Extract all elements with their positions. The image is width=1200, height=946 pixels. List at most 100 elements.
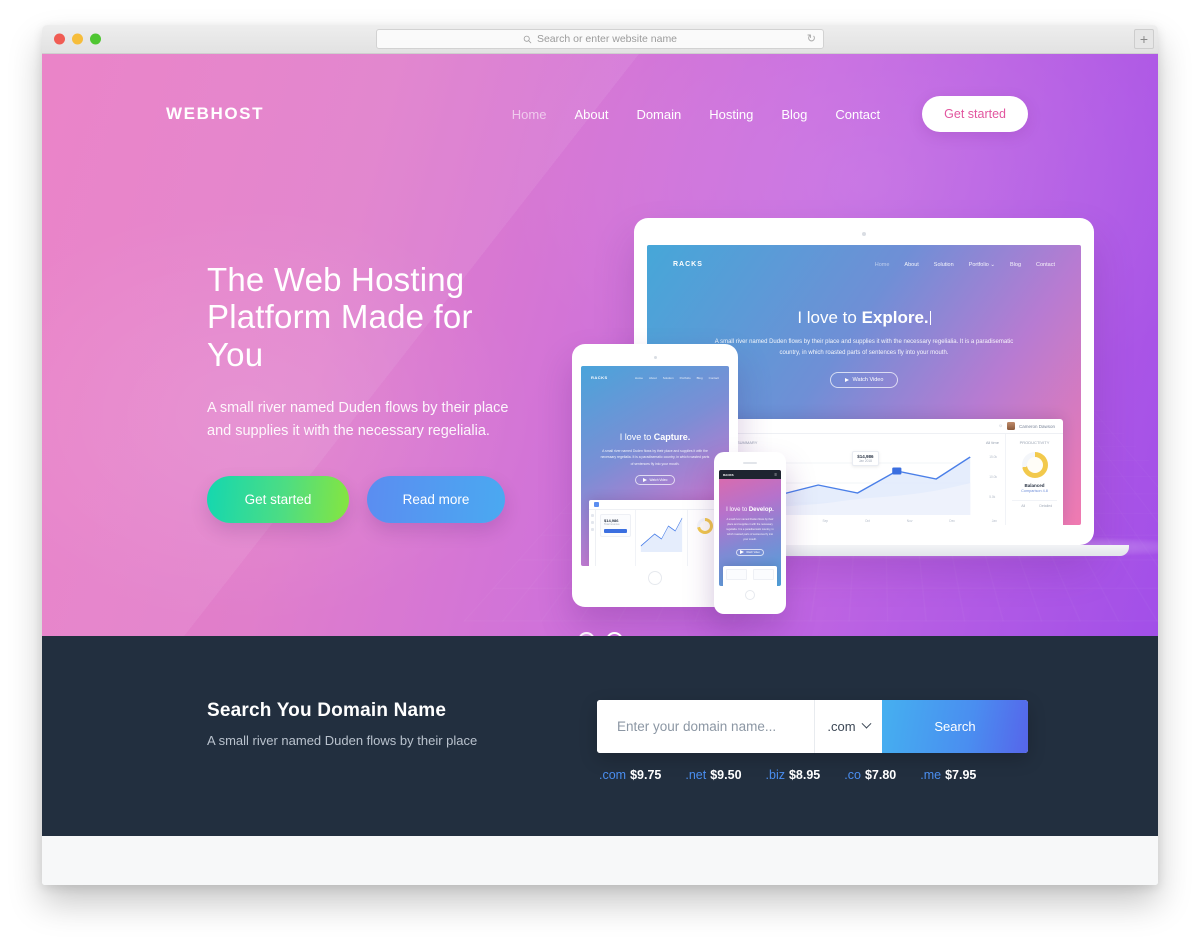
mock-logo: RACKS [673, 261, 703, 268]
price-tld: .com [599, 768, 627, 782]
tablet-chart-panel [636, 510, 687, 566]
laptop-camera-icon [862, 232, 866, 236]
domain-section-subtitle: A small river named Duden flows by their… [207, 733, 478, 748]
hero-get-started-button[interactable]: Get started [207, 476, 349, 524]
chart-xtick-4: Nov [906, 519, 913, 523]
sidebar-icon-1 [590, 514, 594, 517]
nav-item-blog[interactable]: Blog [781, 107, 807, 122]
price-tld: .co [844, 768, 861, 782]
phone-home-button [745, 590, 755, 600]
hero-carousel-dots [42, 632, 1158, 636]
phone-headline-prefix: I love to [726, 507, 749, 513]
chart-ytick-0: 15.0k [989, 455, 997, 459]
domain-search-bar: .com Search [597, 700, 1028, 753]
phone-headline: I love to Develop. [726, 507, 774, 513]
price-item-biz: .biz $8.95 [766, 768, 821, 782]
tablet-nav-item-solution: Solution [662, 375, 674, 380]
domain-search-button[interactable]: Search [882, 700, 1028, 753]
minimize-window-button[interactable] [72, 33, 83, 45]
chart-ytick-1: 10.0k [989, 475, 997, 479]
tablet-navbar: RACKS Home About Solution Portfolio Blog… [581, 366, 729, 380]
play-icon [642, 478, 647, 483]
tablet-dashboard-mockup: $14,986 Total revenue [589, 500, 721, 566]
phone-dashboard-mockup [723, 566, 777, 586]
mock-nav-item-about: About [904, 261, 919, 268]
price-item-net: .net $9.50 [685, 768, 741, 782]
chart-ytick-2: 5.0k [989, 495, 996, 499]
phone-mini-card [753, 569, 774, 580]
nav-item-hosting[interactable]: Hosting [709, 107, 753, 122]
play-icon [844, 378, 849, 383]
address-bar[interactable]: Search or enter website name ↻ [376, 29, 824, 49]
maximize-window-button[interactable] [90, 33, 101, 45]
play-icon [740, 550, 745, 555]
hero-read-more-button[interactable]: Read more [367, 476, 505, 524]
footer-strip [42, 836, 1158, 885]
mock-navbar: RACKS Home About Solution Portfolio ⌄ Bl… [647, 245, 1081, 268]
price-item-me: .me $7.95 [920, 768, 976, 782]
tablet-gauge-ring [696, 518, 713, 534]
tablet-nav-links: Home About Solution Portfolio Blog Conta… [635, 376, 719, 380]
phone-earpiece-icon [743, 462, 757, 464]
page-viewport: WEBHOST Home About Domain Hosting Blog C… [42, 54, 1158, 885]
mock-nav-item-home: Home [874, 261, 890, 268]
tablet-watch-video-label: Watch Video [649, 478, 668, 483]
avatar [1006, 422, 1015, 430]
chevron-down-icon [861, 718, 872, 729]
chart-tooltip-label: Jan 2018 [858, 459, 872, 463]
hamburger-icon: ☰ [774, 472, 777, 477]
chart-xtick-2: Sep [822, 519, 829, 523]
tablet-camera-icon [653, 356, 657, 359]
tablet-nav-item-blog: Blog [696, 375, 703, 380]
chart-range-selector: All time [985, 440, 999, 445]
tld-dropdown[interactable]: .com [814, 700, 882, 753]
nav-item-about[interactable]: About [574, 107, 608, 122]
price-tld: .me [920, 768, 942, 782]
price-value: $9.50 [710, 768, 742, 782]
domain-heading-block: Search You Domain Name A small river nam… [207, 700, 597, 748]
bell-icon: ☼ [998, 423, 1003, 429]
chart-y-axis: 15.0k 10.0k 5.0k [989, 455, 997, 499]
tablet-paragraph: A small river named Duden flows by their… [600, 449, 710, 466]
tablet-nav-item-about: About [648, 375, 657, 380]
tablet-headline-prefix: I love to [619, 432, 654, 442]
site-navbar: WEBHOST Home About Domain Hosting Blog C… [42, 54, 1158, 132]
sidebar-icon-2 [590, 521, 594, 524]
mock-nav-item-portfolio: Portfolio ⌄ [968, 261, 996, 268]
refresh-icon[interactable]: ↻ [807, 33, 816, 45]
domain-name-input[interactable] [597, 700, 814, 753]
carousel-dot-1[interactable] [577, 632, 595, 636]
price-value: $7.95 [945, 768, 977, 782]
chart-header: SUMMARY All time [737, 440, 999, 445]
carousel-dot-2[interactable] [605, 632, 623, 636]
phone-dashboard-card-b [750, 566, 777, 586]
hero-section: WEBHOST Home About Domain Hosting Blog C… [42, 54, 1158, 636]
nav-item-domain[interactable]: Domain [636, 107, 681, 122]
nav-item-contact[interactable]: Contact [835, 107, 880, 122]
price-value: $7.80 [864, 768, 897, 782]
domain-section-title: Search You Domain Name [207, 700, 447, 721]
price-value: $8.95 [788, 768, 821, 782]
price-value: $9.75 [630, 768, 662, 782]
phone-logo: RACKS [723, 472, 734, 477]
nav-get-started-button[interactable]: Get started [922, 96, 1028, 132]
traffic-lights [54, 33, 101, 45]
phone-watch-video-label: Watch Video [746, 550, 760, 554]
mock-nav-links: Home About Solution Portfolio ⌄ Blog Con… [875, 262, 1055, 268]
gauge-label: Balanced [1024, 483, 1045, 488]
nav-item-home[interactable]: Home [512, 107, 547, 122]
close-window-button[interactable] [54, 33, 65, 45]
new-tab-button[interactable]: + [1134, 29, 1154, 49]
site-logo[interactable]: WEBHOST [166, 104, 264, 124]
tablet-action-button [604, 529, 627, 533]
tablet-hero: I love to Capture. A small river named D… [581, 432, 729, 486]
phone-watch-video-button: Watch Video [736, 548, 764, 556]
mock-nav-item-solution: Solution [933, 261, 954, 268]
phone-navbar: RACKS ☰ [719, 470, 781, 479]
hero-copy: The Web Hosting Platform Made for You A … [207, 261, 537, 524]
text-cursor-icon [929, 311, 931, 325]
chart-title: SUMMARY [737, 440, 758, 445]
phone-paragraph: A small river named Duden flows by their… [726, 518, 774, 541]
gauge-footer: All Detailed [1012, 500, 1057, 508]
hero-buttons: Get started Read more [207, 476, 537, 524]
